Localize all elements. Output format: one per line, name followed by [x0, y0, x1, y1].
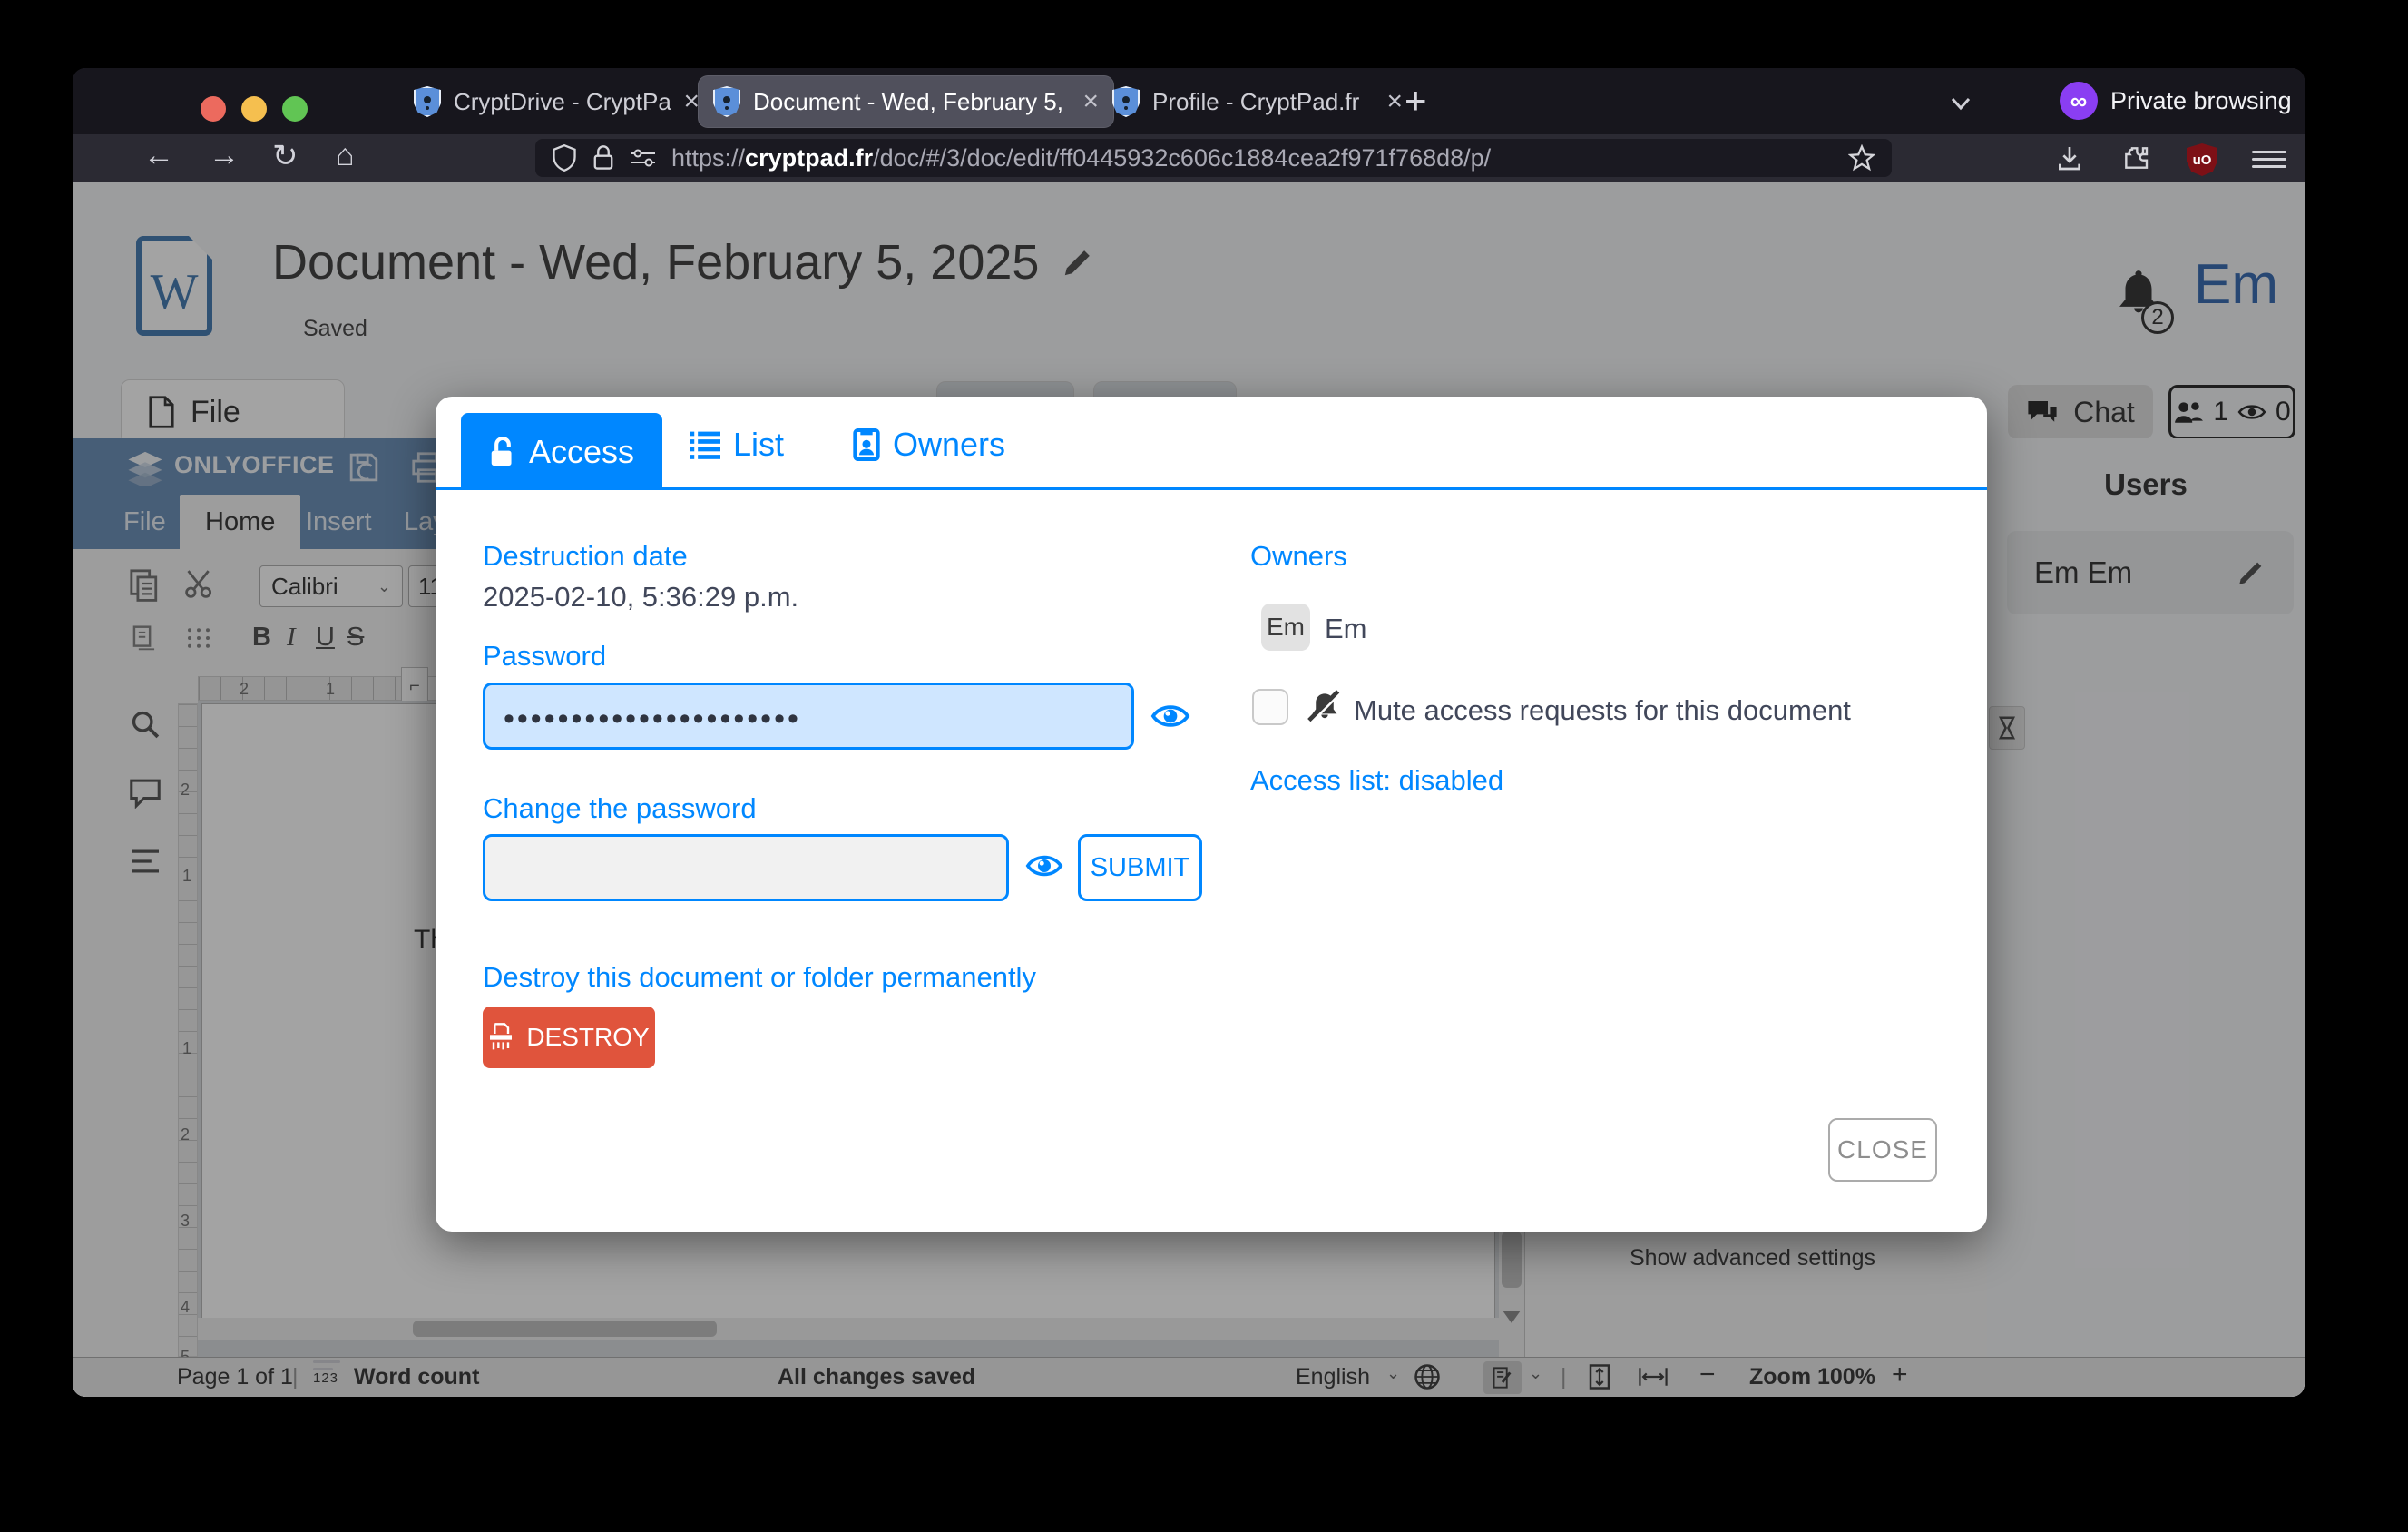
modal-tab-list[interactable]: List	[690, 426, 784, 464]
forward-button[interactable]: →	[209, 138, 240, 173]
permissions-icon[interactable]	[630, 147, 657, 169]
close-button[interactable]: CLOSE	[1828, 1118, 1937, 1182]
private-browsing-indicator: ∞ Private browsing	[2060, 82, 2292, 120]
tracking-shield-icon[interactable]	[552, 144, 577, 172]
reload-button[interactable]: ↻	[272, 138, 299, 174]
mute-access-checkbox[interactable]	[1252, 689, 1288, 725]
tab-title: CryptDrive - CryptPad.fr	[454, 88, 671, 116]
destroy-label: Destroy this document or folder permanen…	[483, 961, 1036, 994]
tab-document-active[interactable]: Document - Wed, February 5, 2025 ×	[699, 76, 1113, 127]
modal-tab-access[interactable]: Access	[461, 413, 662, 490]
chevron-down-icon[interactable]	[1949, 92, 1972, 115]
mute-access-label: Mute access requests for this document	[1354, 694, 1851, 727]
private-browsing-label: Private browsing	[2110, 87, 2292, 115]
reveal-password-eye-icon[interactable]	[1150, 700, 1190, 732]
modal-tabs-underline	[436, 487, 1987, 490]
extensions-puzzle-icon[interactable]	[2121, 143, 2150, 172]
submit-button[interactable]: SUBMIT	[1078, 834, 1202, 901]
access-list-link[interactable]: Access list: disabled	[1250, 764, 1503, 797]
cryptpad-favicon	[713, 86, 740, 117]
tab-close-icon[interactable]: ×	[683, 86, 700, 117]
macos-zoom-button[interactable]	[282, 96, 308, 122]
url-bar[interactable]: https://cryptpad.fr/doc/#/3/doc/edit/ff0…	[535, 139, 1892, 177]
browser-navbar: ← → ↻ ⌂ https://cryptpad.fr/doc/#/3/doc/…	[73, 134, 2305, 182]
tab-title: Profile - CryptPad.fr	[1152, 88, 1374, 116]
change-password-label: Change the password	[483, 792, 757, 825]
password-label: Password	[483, 640, 606, 673]
owners-label: Owners	[1250, 540, 1347, 573]
menu-hamburger-icon[interactable]	[2252, 147, 2286, 172]
back-button[interactable]: ←	[143, 138, 174, 173]
downloads-icon[interactable]	[2055, 143, 2084, 172]
cryptpad-favicon	[1112, 86, 1140, 117]
bell-slash-icon	[1305, 687, 1345, 727]
cryptpad-favicon	[414, 86, 441, 117]
tab-cryptdrive[interactable]: CryptDrive - CryptPad.fr ×	[399, 76, 714, 127]
destroy-button[interactable]: DESTROY	[483, 1007, 655, 1068]
tab-profile[interactable]: Profile - CryptPad.fr ×	[1098, 76, 1417, 127]
owner-badge: Em	[1261, 604, 1310, 651]
bookmark-star-icon[interactable]	[1848, 144, 1875, 172]
reveal-new-password-eye-icon[interactable]	[1025, 850, 1063, 881]
unlock-icon	[489, 436, 516, 468]
browser-window: CryptDrive - CryptPad.fr × Document - We…	[73, 68, 2305, 1397]
owner-name: Em	[1325, 613, 1367, 645]
tab-close-icon[interactable]: ×	[1082, 86, 1099, 117]
id-card-icon	[853, 428, 880, 461]
lock-icon[interactable]	[592, 144, 615, 172]
private-mask-icon: ∞	[2060, 82, 2098, 120]
page-viewport: W Document - Wed, February 5, 2025 Saved…	[73, 182, 2305, 1397]
new-tab-button[interactable]: +	[1405, 81, 1427, 121]
destruction-date-value: 2025-02-10, 5:36:29 p.m.	[483, 581, 798, 614]
url-text[interactable]: https://cryptpad.fr/doc/#/3/doc/edit/ff0…	[671, 144, 1491, 172]
tab-title: Document - Wed, February 5, 2025	[753, 88, 1070, 116]
tab-close-icon[interactable]: ×	[1386, 86, 1403, 117]
home-button[interactable]: ⌂	[336, 138, 355, 173]
modal-tab-owners[interactable]: Owners	[853, 426, 1005, 464]
password-field[interactable]: ••••••••••••••••••••••	[483, 683, 1134, 750]
browser-tab-bar: CryptDrive - CryptPad.fr × Document - We…	[73, 68, 2305, 134]
shredder-icon	[488, 1023, 514, 1052]
access-modal: Access List Owners	[436, 397, 1987, 1232]
macos-close-button[interactable]	[201, 96, 226, 122]
list-icon	[690, 430, 720, 459]
ublock-origin-icon[interactable]: uO	[2187, 143, 2217, 176]
destruction-date-label: Destruction date	[483, 540, 688, 573]
macos-minimize-button[interactable]	[241, 96, 267, 122]
new-password-field[interactable]	[483, 834, 1009, 901]
